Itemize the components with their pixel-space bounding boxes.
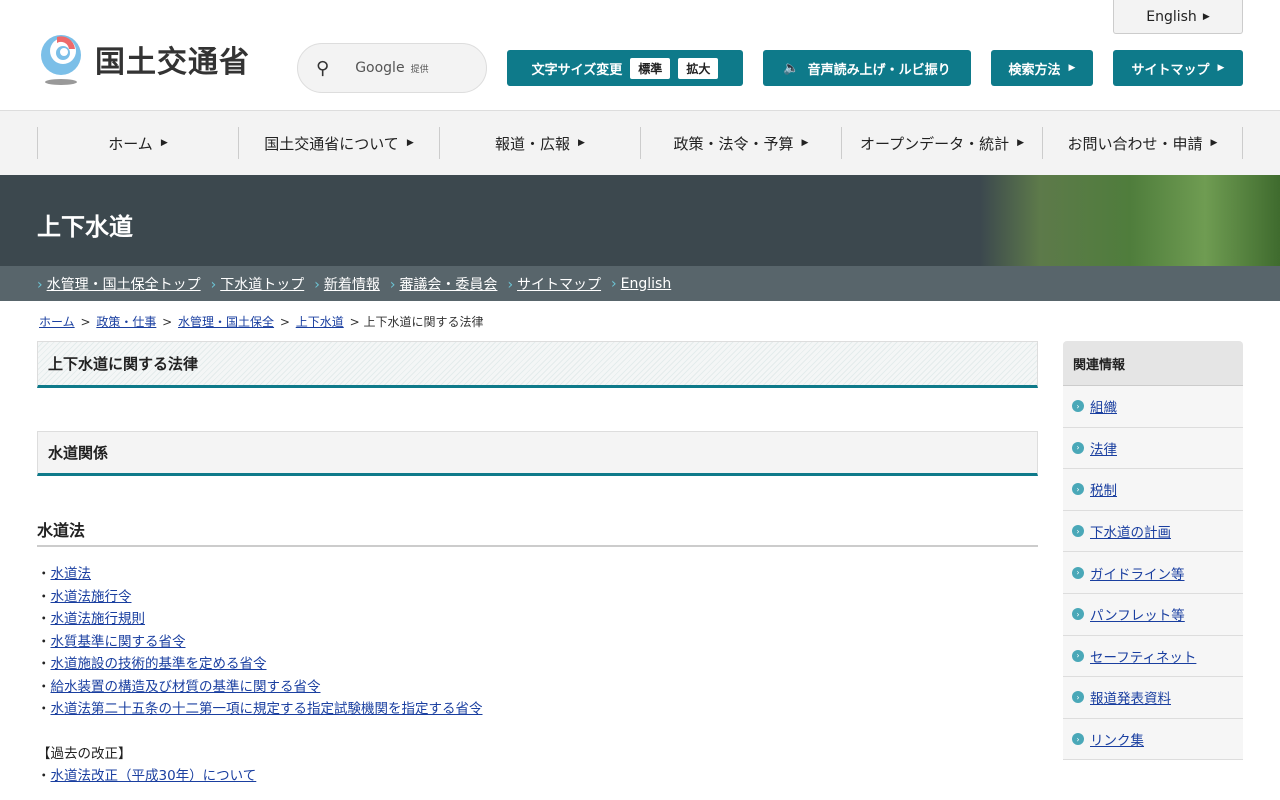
search-method-button[interactable]: 検索方法 ▶ xyxy=(991,50,1093,86)
subnav-link[interactable]: サイトマップ xyxy=(517,277,601,293)
section-heading: 水道関係 xyxy=(37,431,1038,476)
law-link[interactable]: 水質基準に関する省令 xyxy=(51,634,186,650)
page-banner: 上下水道 xyxy=(0,175,1280,266)
subnav-link[interactable]: 新着情報 xyxy=(324,277,380,293)
triangle-right-icon: ▶ xyxy=(160,138,168,148)
search-provider: Google xyxy=(355,60,405,76)
sidebar-link[interactable]: 報道発表資料 xyxy=(1090,687,1171,707)
breadcrumb: ホーム > 政策・仕事 > 水管理・国土保全 > 上下水道 > 上下水道に関する… xyxy=(39,315,484,329)
law-link[interactable]: 水道法 xyxy=(51,566,92,582)
breadcrumb-link[interactable]: 政策・仕事 xyxy=(96,315,156,329)
font-size-label: 文字サイズ変更 xyxy=(531,62,623,78)
english-button[interactable]: English ▶ xyxy=(1113,0,1243,34)
header: 国土交通省 ⚲ Google 提供 English ▶ 文字サイズ変更 標準 拡大 … xyxy=(0,0,1280,111)
law-links: ・水道法 ・水道法施行令 ・水道法施行規則 ・水質基準に関する省令 ・水道施設の… xyxy=(37,566,483,784)
chevron-circle-icon: › xyxy=(1072,400,1084,413)
font-large-button[interactable]: 拡大 xyxy=(678,57,719,79)
chevron-right-icon: › xyxy=(389,276,396,293)
chevron-circle-icon: › xyxy=(1072,441,1084,454)
nav-about[interactable]: 国土交通省について ▶ xyxy=(238,127,439,159)
chevron-circle-icon: › xyxy=(1072,608,1084,621)
speaker-icon: 🔈 xyxy=(783,60,800,76)
triangle-right-icon: ▶ xyxy=(578,138,585,148)
chevron-right-icon: › xyxy=(507,276,514,293)
breadcrumb-current: 上下水道に関する法律 xyxy=(363,315,484,329)
chevron-circle-icon: › xyxy=(1072,649,1084,662)
sitemap-button[interactable]: サイトマップ ▶ xyxy=(1113,50,1243,86)
sidebar-link[interactable]: 下水道の計画 xyxy=(1090,521,1171,541)
sidebar-link[interactable]: セーフティネット xyxy=(1090,646,1196,666)
past-revision-link[interactable]: 水道法改正（平成30年）について xyxy=(51,768,257,784)
law-link[interactable]: 水道施設の技術的基準を定める省令 xyxy=(51,656,267,672)
nav-label: オープンデータ・統計 xyxy=(859,134,1010,153)
search-suffix: 提供 xyxy=(410,65,429,75)
triangle-right-icon: ▶ xyxy=(1017,138,1025,148)
search-input[interactable]: ⚲ Google 提供 xyxy=(297,43,487,93)
subnav-link[interactable]: 審議会・委員会 xyxy=(399,277,497,293)
speech-label: 音声読み上げ・ルビ振り xyxy=(807,62,951,78)
law-link[interactable]: 水道法第二十五条の十二第一項に規定する指定試験機関を指定する省令 xyxy=(51,701,483,717)
sitemap-label: サイトマップ xyxy=(1131,62,1210,78)
nav-label: 国土交通省について xyxy=(264,134,399,153)
sidebar-title: 関連情報 xyxy=(1063,341,1243,386)
logo-text: 国土交通省 xyxy=(95,45,250,80)
font-size-control: 文字サイズ変更 標準 拡大 xyxy=(507,50,743,86)
law-link[interactable]: 水道法施行規則 xyxy=(51,611,146,627)
sidebar-link[interactable]: パンフレット等 xyxy=(1090,604,1185,624)
logo[interactable]: 国土交通省 xyxy=(37,33,250,85)
chevron-circle-icon: › xyxy=(1072,566,1084,579)
related-info-sidebar: 関連情報 › 組織 › 法律 › 税制 › 下水道の計画 › ガイドライン等 › パンフレッ… xyxy=(1063,341,1243,761)
subnav-link[interactable]: English xyxy=(621,276,672,292)
sidebar-link[interactable]: ガイドライン等 xyxy=(1090,563,1185,583)
nav-home[interactable]: ホーム ▶ xyxy=(37,127,238,159)
past-revisions-label: 【過去の改正】 xyxy=(37,745,132,762)
banner-title: 上下水道 xyxy=(37,213,133,241)
sidebar-link[interactable]: 組織 xyxy=(1090,396,1117,416)
breadcrumb-link[interactable]: 上下水道 xyxy=(296,315,344,329)
banner-photo xyxy=(980,175,1280,266)
triangle-right-icon: ▶ xyxy=(1210,138,1218,148)
subnav-link[interactable]: 水管理・国土保全トップ xyxy=(47,277,201,293)
chevron-right-icon: › xyxy=(210,276,217,293)
logo-mark-icon xyxy=(37,33,87,85)
chevron-circle-icon: › xyxy=(1072,483,1084,496)
page-title: 上下水道に関する法律 xyxy=(37,341,1038,388)
nav-label: 政策・法令・予算 xyxy=(673,134,794,153)
breadcrumb-link[interactable]: 水管理・国土保全 xyxy=(178,315,274,329)
search-icon: ⚲ xyxy=(316,57,330,79)
sidebar-link[interactable]: リンク集 xyxy=(1090,729,1144,749)
font-standard-button[interactable]: 標準 xyxy=(630,57,671,79)
chevron-circle-icon: › xyxy=(1072,733,1084,746)
law-link[interactable]: 水道法施行令 xyxy=(51,589,132,605)
main-nav: ホーム ▶ 国土交通省について ▶ 報道・広報 ▶ 政策・法令・予算 ▶ オープンデータ… xyxy=(0,111,1280,175)
triangle-right-icon: ▶ xyxy=(1217,63,1225,73)
english-label: English xyxy=(1146,8,1197,25)
nav-press[interactable]: 報道・広報 ▶ xyxy=(439,127,640,159)
chevron-right-icon: › xyxy=(314,276,320,293)
triangle-right-icon: ▶ xyxy=(406,138,414,148)
chevron-right-icon: › xyxy=(611,275,617,292)
nav-policy[interactable]: 政策・法令・予算 ▶ xyxy=(640,127,841,159)
nav-contact[interactable]: お問い合わせ・申請 ▶ xyxy=(1042,127,1243,159)
nav-label: お問い合わせ・申請 xyxy=(1067,134,1203,153)
triangle-right-icon: ▶ xyxy=(1202,11,1210,22)
sub-nav: › 水管理・国土保全トップ › 下水道トップ › 新着情報 › 審議会・委員会 › サイト… xyxy=(0,266,1280,301)
sidebar-link[interactable]: 税制 xyxy=(1090,479,1117,499)
triangle-right-icon: ▶ xyxy=(1068,63,1076,73)
breadcrumb-link[interactable]: ホーム xyxy=(39,315,75,329)
search-method-label: 検索方法 xyxy=(1008,62,1061,78)
sidebar-link[interactable]: 法律 xyxy=(1090,438,1117,458)
triangle-right-icon: ▶ xyxy=(801,138,809,148)
speech-button[interactable]: 🔈 音声読み上げ・ルビ振り xyxy=(763,50,971,86)
chevron-right-icon: › xyxy=(37,276,43,293)
nav-label: 報道・広報 xyxy=(495,134,571,153)
law-link[interactable]: 給水装置の構造及び材質の基準に関する省令 xyxy=(51,679,321,695)
chevron-circle-icon: › xyxy=(1072,525,1084,538)
nav-label: ホーム xyxy=(108,134,153,153)
chevron-circle-icon: › xyxy=(1072,691,1084,704)
nav-opendata[interactable]: オープンデータ・統計 ▶ xyxy=(841,127,1042,159)
subnav-link[interactable]: 下水道トップ xyxy=(220,277,304,293)
subsection-heading: 水道法 xyxy=(37,517,1038,547)
